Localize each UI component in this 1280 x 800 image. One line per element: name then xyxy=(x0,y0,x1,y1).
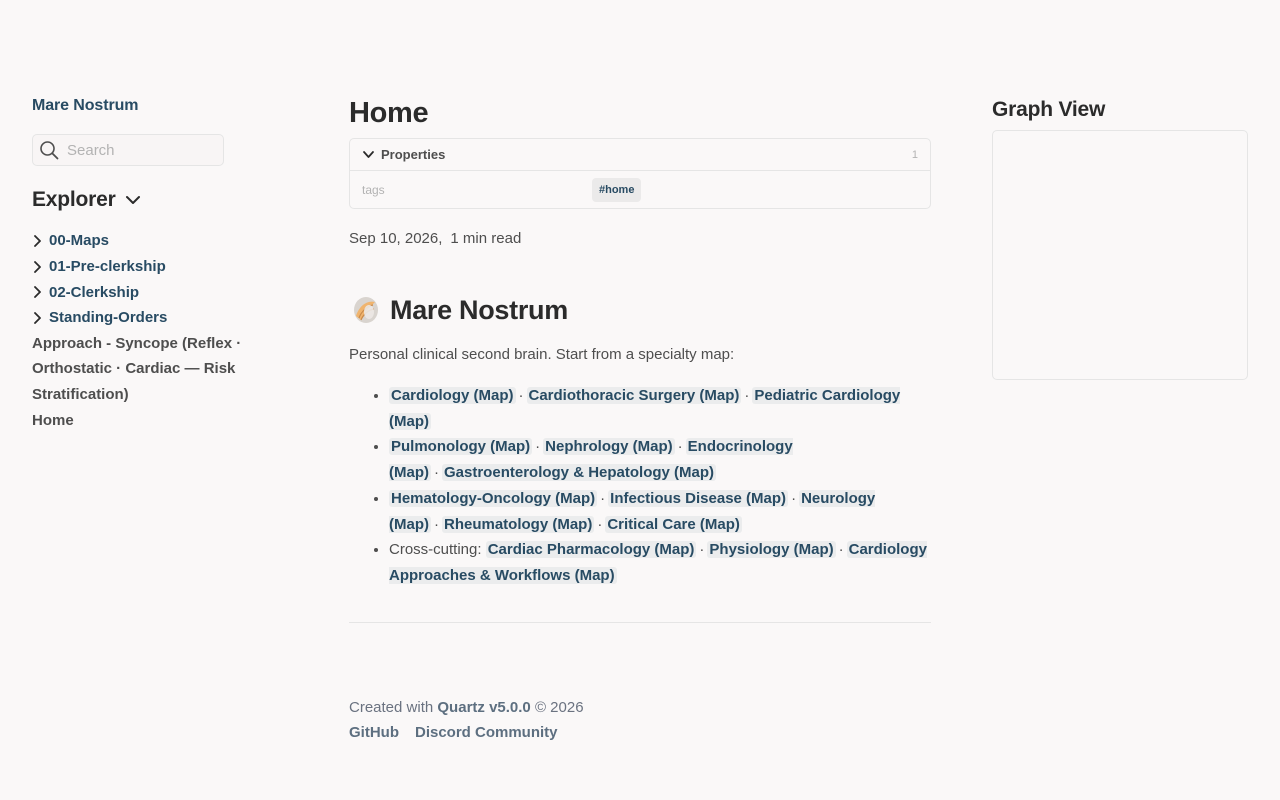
separator: · xyxy=(791,489,797,507)
main-content: Home Properties 1 tags #home Sep 10, 202… xyxy=(349,96,931,745)
folder-label: 02-Clerkship xyxy=(49,283,140,301)
separator: · xyxy=(434,464,439,482)
folder-label: 00-Maps xyxy=(49,232,110,250)
cross-cutting-label: Cross-cutting: xyxy=(389,541,482,559)
properties-panel: Properties 1 tags #home xyxy=(349,138,931,209)
folder-label: Standing-Orders xyxy=(49,309,168,327)
properties-count: 1 xyxy=(911,148,918,161)
chevron-right-icon xyxy=(34,234,41,247)
property-row-tags: tags #home xyxy=(350,171,930,208)
separator: · xyxy=(518,387,524,404)
footer-copyright: © 2026 xyxy=(534,698,584,716)
link-nephrology-map[interactable]: Nephrology (Map) xyxy=(543,438,675,456)
link-rheumatology-map[interactable]: Rheumatology (Map) xyxy=(442,515,595,533)
folder-label: 01-Pre-clerkship xyxy=(49,258,166,276)
footer-links: GitHub Discord Community xyxy=(349,720,931,745)
list-item: Pulmonology (Map)·Nephrology (Map)·Endoc… xyxy=(389,434,931,485)
separator: · xyxy=(744,387,750,404)
list-item: Cardiology (Map)·Cardiothoracic Surgery … xyxy=(389,383,931,434)
graph-view-title: Graph View xyxy=(992,98,1106,121)
search-input[interactable]: Search xyxy=(32,134,224,166)
folder-00-maps[interactable]: 00-Maps xyxy=(32,228,242,254)
link-cardiology-map[interactable]: Cardiology (Map) xyxy=(389,387,516,404)
list-item: Hematology-Oncology (Map)·Infectious Dis… xyxy=(389,486,931,537)
chevron-down-icon xyxy=(125,196,140,204)
page-meta: Sep 10, 2026, 1 min read xyxy=(349,230,931,248)
explorer-toggle[interactable]: Explorer xyxy=(32,188,242,212)
right-sidebar: Graph View xyxy=(992,96,1248,380)
section-heading-text: Mare Nostrum xyxy=(390,294,568,325)
separator: · xyxy=(597,515,603,533)
tag-home[interactable]: #home xyxy=(592,177,642,202)
search-placeholder: Search xyxy=(67,141,115,159)
separator: · xyxy=(838,541,844,559)
discord-link[interactable]: Discord Community xyxy=(415,720,558,745)
chevron-down-icon xyxy=(363,151,374,158)
chevron-right-icon xyxy=(34,286,41,299)
page-title: Home xyxy=(349,97,429,129)
intro-text: Personal clinical second brain. Start fr… xyxy=(349,346,735,363)
footer-created-prefix: Created with xyxy=(349,698,434,716)
separator: · xyxy=(600,489,606,507)
quartz-link[interactable]: Quartz v5.0.0 xyxy=(437,699,530,716)
chevron-right-icon xyxy=(34,260,41,273)
folder-01-pre-clerkship[interactable]: 01-Pre-clerkship xyxy=(32,254,242,280)
search-icon xyxy=(40,141,59,160)
link-cardiac-pharmacology-map[interactable]: Cardiac Pharmacology (Map) xyxy=(485,541,697,559)
link-hematology-oncology-map[interactable]: Hematology-Oncology (Map) xyxy=(389,489,598,507)
link-infectious-disease-map[interactable]: Infectious Disease (Map) xyxy=(608,489,789,507)
section-heading: Mare Nostrum xyxy=(349,293,931,327)
separator: · xyxy=(699,541,705,559)
properties-label: Properties xyxy=(381,147,446,162)
footer: Created with Quartz v5.0.0 © 2026 GitHub… xyxy=(349,695,931,745)
explorer-tree: 00-Maps 01-Pre-clerkship 02-Clerkship St… xyxy=(32,228,242,434)
explorer-title: Explorer xyxy=(32,188,116,211)
separator: · xyxy=(535,438,541,456)
map-list: Cardiology (Map)·Cardiothoracic Surgery … xyxy=(349,383,931,589)
separator: · xyxy=(677,438,683,456)
separator: · xyxy=(434,515,439,533)
link-gastroenterology-hepatology-map[interactable]: Gastroenterology & Hepatology (Map) xyxy=(442,464,717,482)
link-cardiothoracic-surgery-map[interactable]: Cardiothoracic Surgery (Map) xyxy=(526,387,742,404)
shell-icon xyxy=(354,297,378,323)
file-home[interactable]: Home xyxy=(32,408,242,434)
file-approach-syncope[interactable]: Approach - Syncope (Reflex · Orthostatic… xyxy=(32,331,242,408)
page-date: Sep 10, 2026, xyxy=(349,230,443,247)
github-link[interactable]: GitHub xyxy=(349,720,399,745)
left-sidebar: Mare Nostrum Search Explorer 00-Maps 01-… xyxy=(32,96,242,434)
folder-02-clerkship[interactable]: 02-Clerkship xyxy=(32,279,242,305)
link-physiology-map[interactable]: Physiology (Map) xyxy=(707,541,836,559)
graph-view-canvas[interactable] xyxy=(992,130,1248,380)
content-divider xyxy=(349,621,931,623)
footer-credit: Created with Quartz v5.0.0 © 2026 xyxy=(349,695,931,720)
link-pulmonology-map[interactable]: Pulmonology (Map) xyxy=(389,438,533,456)
property-key: tags xyxy=(362,182,385,197)
site-title-link[interactable]: Mare Nostrum xyxy=(32,96,242,116)
link-critical-care-map[interactable]: Critical Care (Map) xyxy=(605,515,742,533)
folder-standing-orders[interactable]: Standing-Orders xyxy=(32,305,242,331)
chevron-right-icon xyxy=(34,312,41,324)
properties-toggle[interactable]: Properties 1 xyxy=(350,139,930,171)
list-item: Cross-cutting: Cardiac Pharmacology (Map… xyxy=(389,537,931,588)
read-time: 1 min read xyxy=(450,230,522,247)
